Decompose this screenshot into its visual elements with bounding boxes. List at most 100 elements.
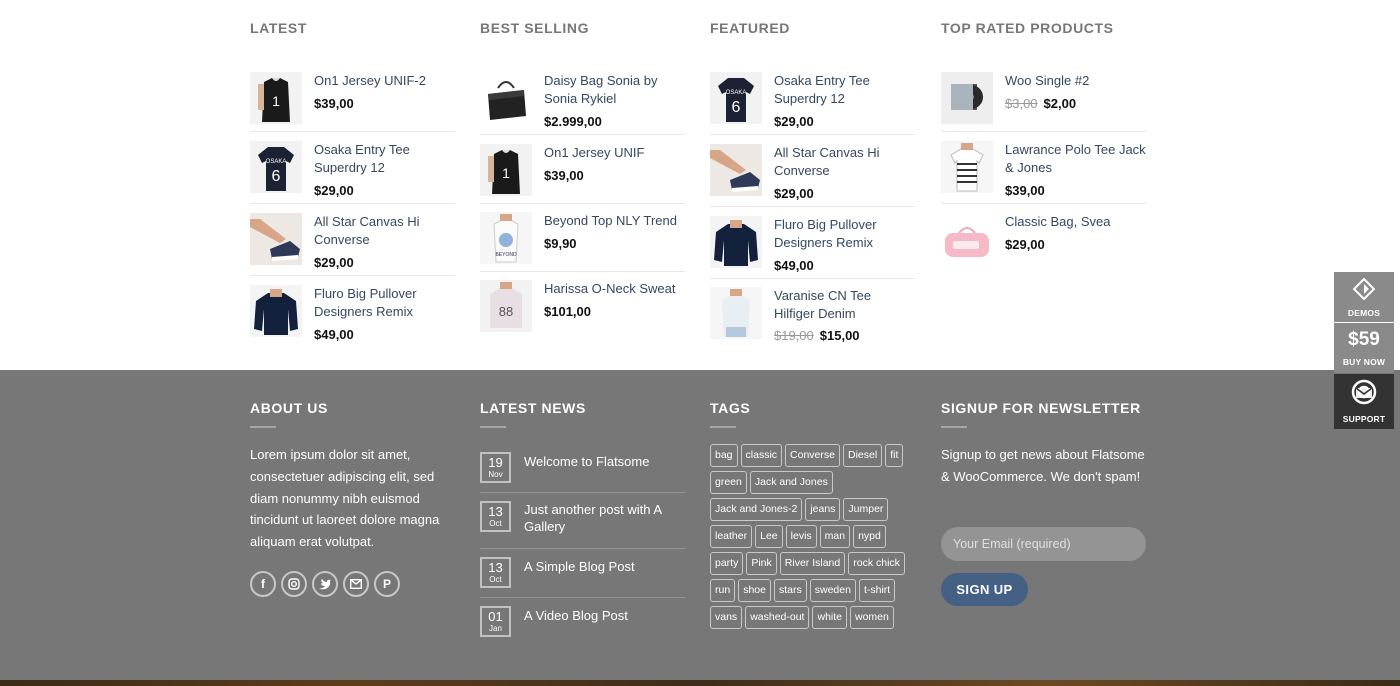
about-title: ABOUT US — [250, 400, 328, 416]
tag-link[interactable]: white — [812, 606, 847, 629]
footer: ABOUT US Lorem ipsum dolor sit amet, con… — [0, 370, 1400, 686]
twitter-icon[interactable] — [312, 571, 338, 597]
pullover-thumbnail[interactable] — [710, 216, 762, 268]
product-name[interactable]: Varanise CN Tee Hilfiger Denim — [774, 287, 915, 322]
tag-link[interactable]: shoe — [738, 579, 771, 602]
product-name[interactable]: On1 Jersey UNIF-2 — [314, 72, 455, 90]
tag-link[interactable]: stars — [773, 579, 807, 602]
tag-link[interactable]: women — [850, 606, 894, 629]
news-title-link[interactable]: Just another post with A Gallery — [524, 501, 685, 535]
divider — [480, 597, 685, 598]
divider — [480, 548, 685, 549]
product-name[interactable]: Beyond Top NLY Trend — [544, 212, 685, 230]
support-button[interactable]: SUPPORT — [1334, 374, 1394, 429]
sneaker-thumbnail[interactable] — [710, 144, 762, 196]
tag-link[interactable]: Jack and Jones-2 — [710, 498, 803, 521]
svg-text:88: 88 — [499, 304, 513, 319]
pink-bag-thumbnail[interactable] — [941, 213, 993, 265]
tag-link[interactable]: classic — [740, 444, 783, 467]
news-title-link[interactable]: Welcome to Flatsome — [524, 453, 685, 470]
divider — [941, 131, 1146, 132]
diamond-icon — [1353, 278, 1375, 300]
tag-link[interactable]: t-shirt — [858, 579, 896, 602]
product-name[interactable]: Fluro Big Pullover Designers Remix — [774, 216, 915, 251]
tag-link[interactable]: Jumper — [843, 498, 889, 521]
product-name[interactable]: Classic Bag, Svea — [1005, 213, 1146, 231]
product-price: $29,00 — [314, 255, 354, 270]
tag-link[interactable]: levis — [785, 525, 817, 548]
product-name[interactable]: Lawrance Polo Tee Jack & Jones — [1005, 141, 1146, 176]
sign-up-button[interactable]: SIGN UP — [941, 573, 1028, 606]
email-field[interactable] — [941, 527, 1146, 561]
pinterest-icon[interactable]: P — [374, 571, 400, 597]
divider — [250, 275, 455, 276]
tee-thumbnail[interactable] — [710, 287, 762, 339]
tag-link[interactable]: party — [710, 552, 744, 575]
tag-cloud: bag classic Converse Diesel fit green Ja… — [710, 444, 915, 629]
tag-link[interactable]: man — [819, 525, 851, 548]
bag-thumbnail[interactable] — [480, 72, 532, 124]
widget-title: FEATURED — [710, 20, 790, 36]
tag-link[interactable]: Lee — [755, 525, 783, 548]
tshirt-thumbnail[interactable]: OSAKA 6 — [710, 72, 762, 124]
tag-link[interactable]: leather — [710, 525, 753, 548]
divider — [480, 492, 685, 493]
tag-link[interactable]: Diesel — [843, 444, 883, 467]
sneaker-thumbnail[interactable] — [250, 213, 302, 265]
widget-title: TOP RATED PRODUCTS — [941, 20, 1114, 36]
album-thumbnail[interactable] — [941, 72, 993, 124]
product-name[interactable]: Harissa O-Neck Sweat — [544, 280, 685, 298]
tags-title: TAGS — [710, 400, 751, 416]
product-price: $49,00 — [314, 327, 354, 342]
news-title-link[interactable]: A Simple Blog Post — [524, 558, 685, 575]
product-name[interactable]: Fluro Big Pullover Designers Remix — [314, 285, 455, 320]
facebook-icon[interactable]: f — [250, 571, 276, 597]
title-underline — [480, 426, 506, 428]
title-underline — [941, 426, 967, 428]
tag-link[interactable]: jeans — [805, 498, 841, 521]
date-badge: 13 Oct — [480, 501, 511, 532]
tag-link[interactable]: River Island — [779, 552, 846, 575]
tag-link[interactable]: Pink — [746, 552, 777, 575]
email-icon[interactable] — [343, 571, 369, 597]
newsletter-text: Signup to get news about Flatsome & WooC… — [941, 447, 1145, 484]
pullover-thumbnail[interactable] — [250, 285, 302, 337]
product-name[interactable]: Osaka Entry Tee Superdry 12 — [314, 141, 455, 176]
product-name[interactable]: Woo Single #2 — [1005, 72, 1146, 90]
news-title-link[interactable]: A Video Blog Post — [524, 607, 685, 624]
product-name[interactable]: On1 Jersey UNIF — [544, 144, 685, 162]
title-underline — [710, 426, 736, 428]
svg-text:OSAKA: OSAKA — [726, 90, 747, 96]
product-price: $49,00 — [774, 258, 814, 273]
buy-now-button[interactable]: $59 BUY NOW — [1334, 323, 1394, 373]
jersey-thumbnail[interactable]: 1 — [480, 144, 532, 196]
top-thumbnail[interactable]: BEYOND — [480, 212, 532, 264]
tag-link[interactable]: Jack and Jones — [749, 471, 833, 494]
tag-link[interactable]: Converse — [785, 444, 840, 467]
about-text: Lorem ipsum dolor sit amet, consectetuer… — [250, 447, 440, 550]
tag-link[interactable]: vans — [710, 606, 743, 629]
product-name[interactable]: All Star Canvas Hi Converse — [314, 213, 455, 248]
svg-text:6: 6 — [272, 168, 281, 185]
jersey-thumbnail[interactable]: 1 — [250, 72, 302, 124]
instagram-icon[interactable] — [281, 571, 307, 597]
tag-link[interactable]: run — [710, 579, 736, 602]
product-name[interactable]: Daisy Bag Sonia by Sonia Rykiel — [544, 72, 685, 107]
product-name[interactable]: Osaka Entry Tee Superdry 12 — [774, 72, 915, 107]
tag-link[interactable]: green — [710, 471, 747, 494]
widget-title: BEST SELLING — [480, 20, 590, 36]
divider — [941, 203, 1146, 204]
product-price: $29,00 — [314, 183, 354, 198]
demos-button[interactable]: DEMOS — [1334, 272, 1394, 322]
tag-link[interactable]: nypd — [853, 525, 886, 548]
tag-link[interactable]: washed-out — [745, 606, 810, 629]
tag-link[interactable]: sweden — [809, 579, 856, 602]
product-price: $101,00 — [544, 304, 591, 319]
tag-link[interactable]: bag — [710, 444, 738, 467]
tag-link[interactable]: rock chick — [848, 552, 905, 575]
polo-thumbnail[interactable] — [941, 141, 993, 193]
product-name[interactable]: All Star Canvas Hi Converse — [774, 144, 915, 179]
tag-link[interactable]: fit — [885, 444, 904, 467]
sweat-thumbnail[interactable]: 88 — [480, 280, 532, 332]
tshirt-thumbnail[interactable]: OSAKA 6 — [250, 141, 302, 193]
